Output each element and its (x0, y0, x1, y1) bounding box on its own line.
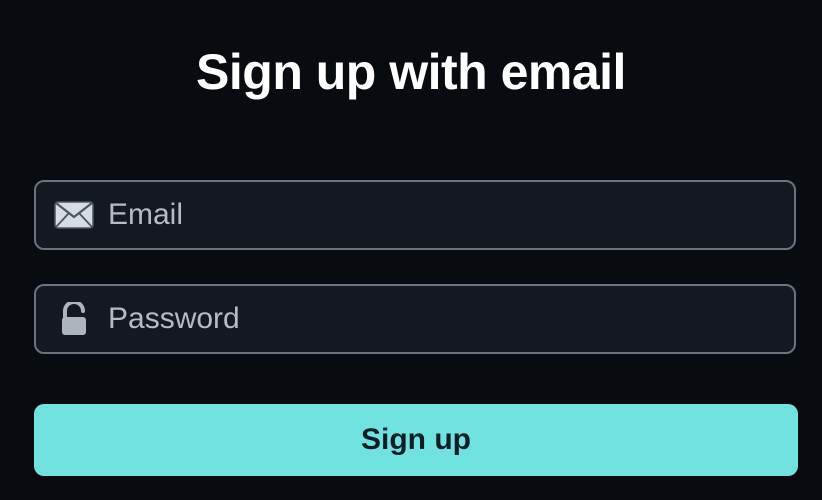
lock-icon (54, 299, 94, 339)
password-field-container[interactable] (34, 284, 796, 354)
email-field-container[interactable] (34, 180, 796, 250)
email-input[interactable] (94, 182, 794, 248)
signup-page: Sign up with email Sign up (0, 0, 822, 500)
password-input[interactable] (94, 286, 794, 352)
envelope-icon (54, 195, 94, 235)
sign-up-button[interactable]: Sign up (34, 404, 798, 476)
page-title: Sign up with email (196, 44, 626, 100)
